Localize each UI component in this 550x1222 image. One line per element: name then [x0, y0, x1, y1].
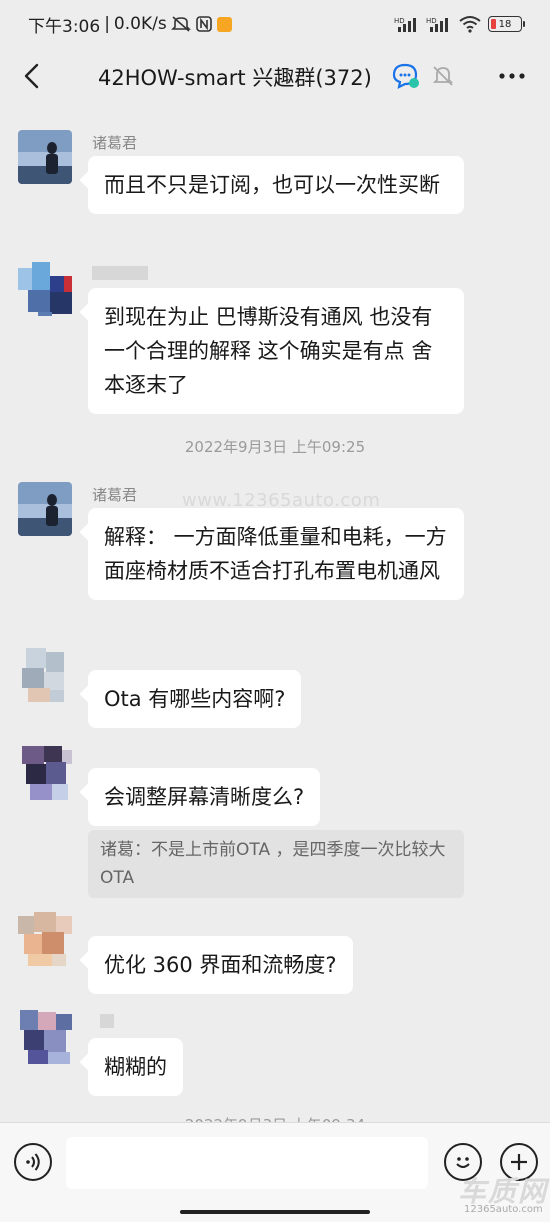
back-icon	[24, 63, 39, 89]
sender-name	[92, 266, 148, 284]
more-button[interactable]	[492, 58, 532, 94]
timestamp: 2022年9月3日 上午09:25	[184, 438, 366, 456]
message-bubble[interactable]: 优化 360 界面和流畅度?	[88, 936, 353, 994]
svg-text:HD: HD	[394, 17, 405, 25]
avatar[interactable]	[18, 912, 72, 966]
chat-bubble-icon[interactable]	[390, 62, 420, 94]
battery-level: 18	[498, 18, 512, 30]
avatar[interactable]	[18, 262, 72, 316]
signal-hd-icon: HD	[394, 15, 420, 33]
chat-area[interactable]: 诸葛君 而且不只是订阅，也可以一次性买断 到现在为止 巴博斯没有通风 也没有一个…	[0, 110, 550, 1122]
site-logo-url: 12365auto.com	[464, 1204, 543, 1215]
signal-hd-icon: HD	[426, 15, 452, 33]
sender-name: 诸葛君	[92, 486, 138, 504]
mute-icon	[170, 15, 191, 33]
sender-name: 诸葛君	[92, 134, 138, 152]
voice-icon	[26, 1153, 40, 1171]
message-text: 优化 360 界面和流畅度?	[104, 953, 337, 977]
status-time: 下午3:06	[28, 16, 101, 37]
nfc-icon	[195, 15, 213, 33]
svg-text:HD: HD	[426, 17, 437, 25]
message-bubble[interactable]: 糊糊的	[88, 1038, 183, 1096]
quoted-message[interactable]: 诸葛：不是上市前OTA ，是四季度一次比较大 OTA	[88, 830, 464, 898]
back-button[interactable]	[14, 58, 50, 94]
message-item: Ota 有哪些内容啊?	[0, 648, 550, 728]
message-bubble[interactable]: Ota 有哪些内容啊?	[88, 670, 302, 728]
timestamp: 2022年9月3日 上午09:34	[0, 1114, 550, 1122]
blurred-sender-name	[100, 1014, 114, 1028]
message-item: 到现在为止 巴博斯没有通风 也没有一个合理的解释 这个确实是有点 舍本逐末了	[0, 262, 550, 414]
message-input[interactable]	[66, 1137, 428, 1189]
message-text: Ota 有哪些内容啊?	[104, 687, 286, 711]
watermark: www.12365auto.com	[182, 490, 381, 511]
avatar[interactable]	[18, 746, 72, 800]
avatar[interactable]	[18, 130, 72, 184]
message-item: 会调整屏幕清晰度么? 诸葛：不是上市前OTA ，是四季度一次比较大 OTA	[0, 746, 550, 898]
site-logo: 车质网 12365auto.com	[454, 1168, 548, 1220]
status-separator: |	[104, 14, 110, 34]
message-item: 糊糊的	[0, 1010, 550, 1100]
status-bar: 下午3:06 | 0.0K/s HD HD 18	[0, 0, 550, 48]
message-bubble[interactable]: 到现在为止 巴博斯没有通风 也没有一个合理的解释 这个确实是有点 舍本逐末了	[88, 288, 464, 414]
message-bubble[interactable]: 解释： 一方面降低重量和电耗，一方面座椅材质不适合打孔布置电机通风	[88, 508, 464, 600]
app-notification-icon	[216, 16, 232, 32]
message-text: 而且不只是订阅，也可以一次性买断	[104, 173, 440, 197]
wifi-icon	[458, 15, 482, 33]
network-speed: 0.0K/s	[113, 14, 167, 34]
message-item: 优化 360 界面和流畅度?	[0, 912, 550, 1002]
voice-button[interactable]	[14, 1143, 52, 1181]
message-text: 解释： 一方面降低重量和电耗，一方面座椅材质不适合打孔布置电机通风	[104, 525, 447, 583]
avatar[interactable]	[18, 648, 72, 702]
group-title: 42HOW-smart 兴趣群(372)	[98, 66, 372, 90]
message-bubble[interactable]: 会调整屏幕清晰度么?	[88, 768, 321, 826]
blurred-sender-name	[92, 266, 148, 280]
more-icon	[499, 73, 525, 79]
avatar[interactable]	[18, 482, 72, 536]
battery-icon: 18	[488, 16, 525, 32]
message-text: 到现在为止 巴博斯没有通风 也没有一个合理的解释 这个确实是有点 舍本逐末了	[104, 305, 433, 397]
message-text: 糊糊的	[104, 1055, 167, 1079]
mute-bell-icon[interactable]	[430, 63, 456, 93]
message-bubble[interactable]: 而且不只是订阅，也可以一次性买断	[88, 156, 464, 214]
avatar[interactable]	[18, 1010, 72, 1064]
sender-name	[100, 1014, 114, 1032]
chat-header: 42HOW-smart 兴趣群(372)	[0, 48, 550, 104]
message-item: 诸葛君 而且不只是订阅，也可以一次性买断	[0, 130, 550, 250]
home-indicator[interactable]	[180, 1210, 370, 1214]
message-text: 会调整屏幕清晰度么?	[104, 785, 305, 809]
